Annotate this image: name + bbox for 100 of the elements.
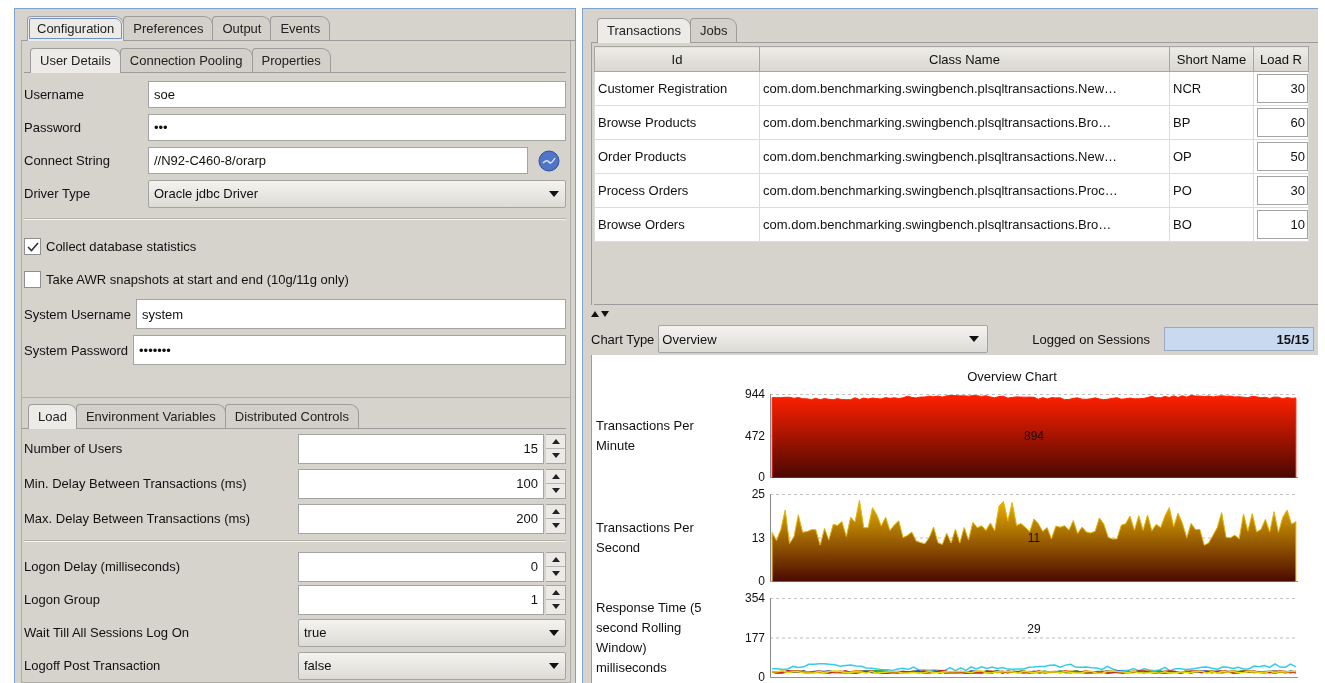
table-cell: Browse Orders (594, 207, 760, 242)
text-field[interactable]: //N92-C460-8/orarp (148, 147, 528, 174)
checkbox[interactable] (24, 238, 41, 255)
spin-down-button[interactable] (546, 599, 565, 614)
table-cell: Customer Registration (594, 71, 760, 106)
up-triangle-icon (551, 556, 560, 562)
column-header[interactable]: Id (594, 46, 760, 72)
current-value-label: 29 (1027, 622, 1041, 636)
number-field[interactable]: 60 (1257, 108, 1308, 137)
tab[interactable]: User Details (30, 48, 121, 73)
number-field[interactable]: 100 (298, 468, 544, 499)
tab[interactable]: Jobs (689, 18, 738, 42)
dropdown[interactable]: Overview (658, 325, 989, 353)
tab[interactable]: Transactions (597, 18, 691, 43)
sessions-field: 15/15 (1164, 327, 1314, 351)
axis-tick-label: 472 (744, 429, 765, 443)
table-cell: com.dom.benchmarking.swingbench.plsqltransactions.Bro… (759, 207, 1170, 242)
dropdown[interactable]: Oracle jdbc Driver (148, 179, 566, 208)
number-field[interactable]: 0 (298, 551, 544, 582)
tab[interactable]: Configuration (27, 16, 125, 41)
field-label: Wait Till All Sessions Log On (24, 625, 190, 640)
tab[interactable]: Preferences (123, 16, 214, 40)
field-label: Password (24, 120, 83, 135)
tab[interactable]: Load (28, 404, 77, 429)
spin-up-button[interactable] (546, 434, 565, 448)
unit-label: milliseconds (596, 659, 668, 677)
axis-tick-label: 177 (744, 631, 765, 645)
caret-icon (549, 190, 559, 197)
caret-icon (549, 629, 559, 636)
axis-tick-label: 354 (744, 592, 765, 605)
current-value-label: 11 (1027, 531, 1041, 545)
globe-icon[interactable] (538, 149, 560, 172)
table-cell: com.dom.benchmarking.swingbench.plsqltransactions.New… (759, 139, 1170, 174)
spin-up-button[interactable] (546, 552, 565, 566)
column-header[interactable]: Load R (1253, 46, 1309, 72)
axis-tick-label: 944 (744, 388, 765, 401)
field-label: System Username (24, 306, 132, 322)
down-triangle-icon (551, 571, 560, 577)
chart-title: Overview Chart (967, 369, 1057, 384)
spin-down-button[interactable] (546, 518, 565, 533)
number-field[interactable]: 30 (1257, 74, 1308, 103)
down-triangle-icon (551, 453, 560, 459)
text-field[interactable]: soe (148, 81, 566, 108)
field-label: Logoff Post Transaction (24, 658, 162, 673)
field-label: Chart Type (591, 331, 655, 347)
spin-down-button[interactable] (546, 448, 565, 463)
tab[interactable]: Connection Pooling (119, 48, 253, 72)
caret-icon (969, 336, 980, 342)
spin-down-button[interactable] (546, 483, 565, 498)
number-field[interactable]: 200 (298, 503, 544, 534)
tab[interactable]: Distributed Controls (224, 404, 359, 428)
column-header[interactable]: Short Name (1169, 46, 1254, 72)
checkbox[interactable] (24, 271, 41, 288)
tab[interactable]: Properties (251, 48, 331, 72)
spin-down-button[interactable] (546, 566, 565, 581)
number-field[interactable]: 10 (1257, 210, 1308, 239)
field-label: Connect String (24, 153, 111, 168)
column-header[interactable]: Class Name (759, 46, 1170, 72)
field-label: Max. Delay Between Transactions (ms) (24, 511, 252, 526)
field-label: Logon Delay (milliseconds) (24, 559, 182, 574)
current-value-label: 894 (1024, 429, 1044, 443)
dropdown[interactable]: true (298, 618, 566, 647)
spin-up-button[interactable] (546, 585, 565, 599)
up-triangle-icon (551, 508, 560, 514)
axis-tick-label: 0 (758, 575, 765, 588)
up-triangle-icon (551, 438, 560, 444)
text-field[interactable]: ••••••• (133, 335, 566, 365)
axis-tick-label: 13 (751, 531, 765, 545)
tab[interactable]: Environment Variables (75, 404, 226, 428)
number-field[interactable]: 1 (298, 584, 544, 615)
table-cell: com.dom.benchmarking.swingbench.plsqltransactions.Bro… (759, 105, 1170, 140)
field-label: Number of Users (24, 441, 124, 456)
field-label: Driver Type (24, 186, 92, 201)
dropdown[interactable]: false (298, 651, 566, 680)
down-triangle-icon (551, 488, 560, 494)
field-label: Logged on Sessions (1032, 331, 1150, 347)
down-triangle-icon (551, 523, 560, 529)
spin-up-button[interactable] (546, 504, 565, 518)
number-field[interactable]: 30 (1257, 176, 1308, 205)
table-cell: NCR (1169, 71, 1254, 106)
table-cell: com.dom.benchmarking.swingbench.plsqltransactions.Proc… (759, 173, 1170, 208)
tab[interactable]: Events (270, 16, 331, 40)
table-cell: PO (1169, 173, 1254, 208)
checkbox-label: Collect database statistics (46, 239, 197, 254)
tab[interactable]: Output (212, 16, 272, 40)
split-arrows-icon[interactable] (591, 310, 609, 318)
field-label: Logon Group (24, 592, 101, 607)
field-label: Username (24, 87, 85, 102)
down-triangle-icon (551, 604, 560, 610)
table-cell: Browse Products (594, 105, 760, 140)
up-triangle-icon (551, 589, 560, 595)
text-field[interactable]: ••• (148, 114, 566, 141)
checkbox-label: Take AWR snapshots at start and end (10g/11g only) (46, 272, 349, 287)
text-field[interactable]: system (135, 299, 566, 329)
spin-up-button[interactable] (546, 469, 565, 483)
caret-icon (549, 662, 559, 669)
table-cell: com.dom.benchmarking.swingbench.plsqltransactions.New… (759, 71, 1170, 106)
number-field[interactable]: 15 (298, 433, 544, 464)
number-field[interactable]: 50 (1257, 142, 1308, 171)
table-cell: OP (1169, 139, 1254, 174)
